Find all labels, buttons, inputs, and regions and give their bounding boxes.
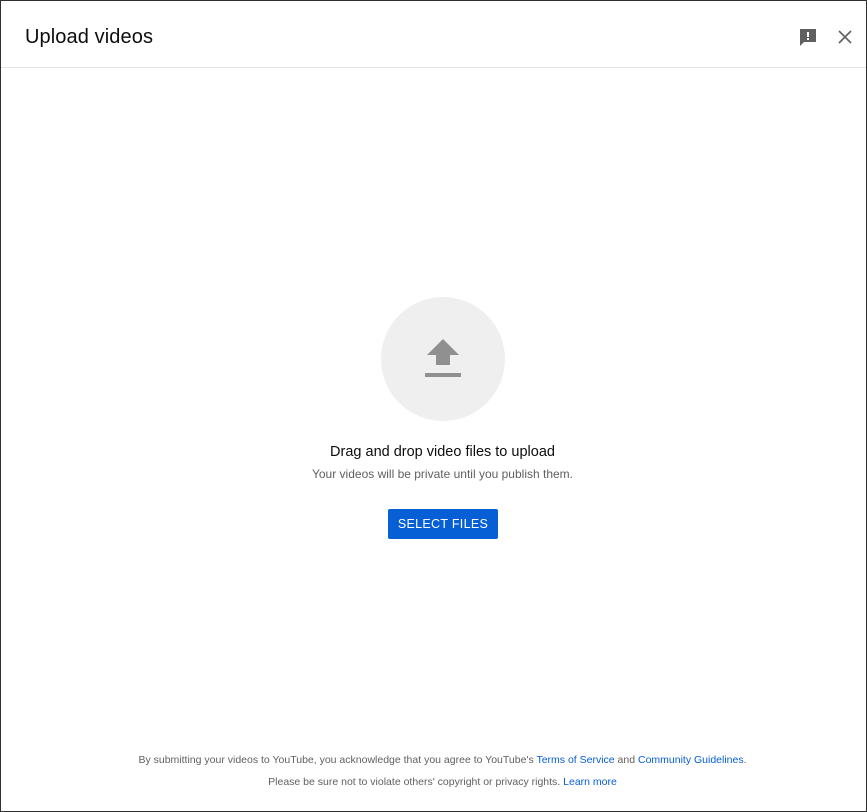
close-icon: [838, 30, 852, 44]
upload-drop-target[interactable]: [381, 297, 505, 421]
footer-and-text: and: [614, 754, 638, 766]
send-feedback-button[interactable]: [796, 25, 820, 49]
learn-more-link[interactable]: Learn more: [563, 776, 617, 788]
footer-terms-line: By submitting your videos to YouTube, yo…: [1, 753, 867, 767]
footer-period: .: [743, 754, 747, 766]
footer-copyright-text: Please be sure not to violate others' co…: [268, 776, 564, 788]
upload-videos-dialog: Upload videos Drag and drop video files …: [0, 0, 867, 812]
upload-arrow-icon: [425, 339, 461, 377]
select-files-button[interactable]: SELECT FILES: [388, 509, 498, 539]
terms-of-service-link[interactable]: Terms of Service: [536, 754, 614, 766]
close-button[interactable]: [834, 26, 856, 48]
footer-terms-prefix: By submitting your videos to YouTube, yo…: [138, 754, 537, 766]
dialog-title: Upload videos: [25, 26, 154, 48]
footer-copyright-line: Please be sure not to violate others' co…: [1, 775, 867, 789]
community-guidelines-link[interactable]: Community Guidelines: [638, 754, 744, 766]
feedback-icon: [800, 29, 816, 46]
privacy-note: Your videos will be private until you pu…: [311, 467, 574, 481]
dialog-header: Upload videos: [1, 1, 866, 68]
drag-and-drop-heading: Drag and drop video files to upload: [330, 444, 555, 460]
